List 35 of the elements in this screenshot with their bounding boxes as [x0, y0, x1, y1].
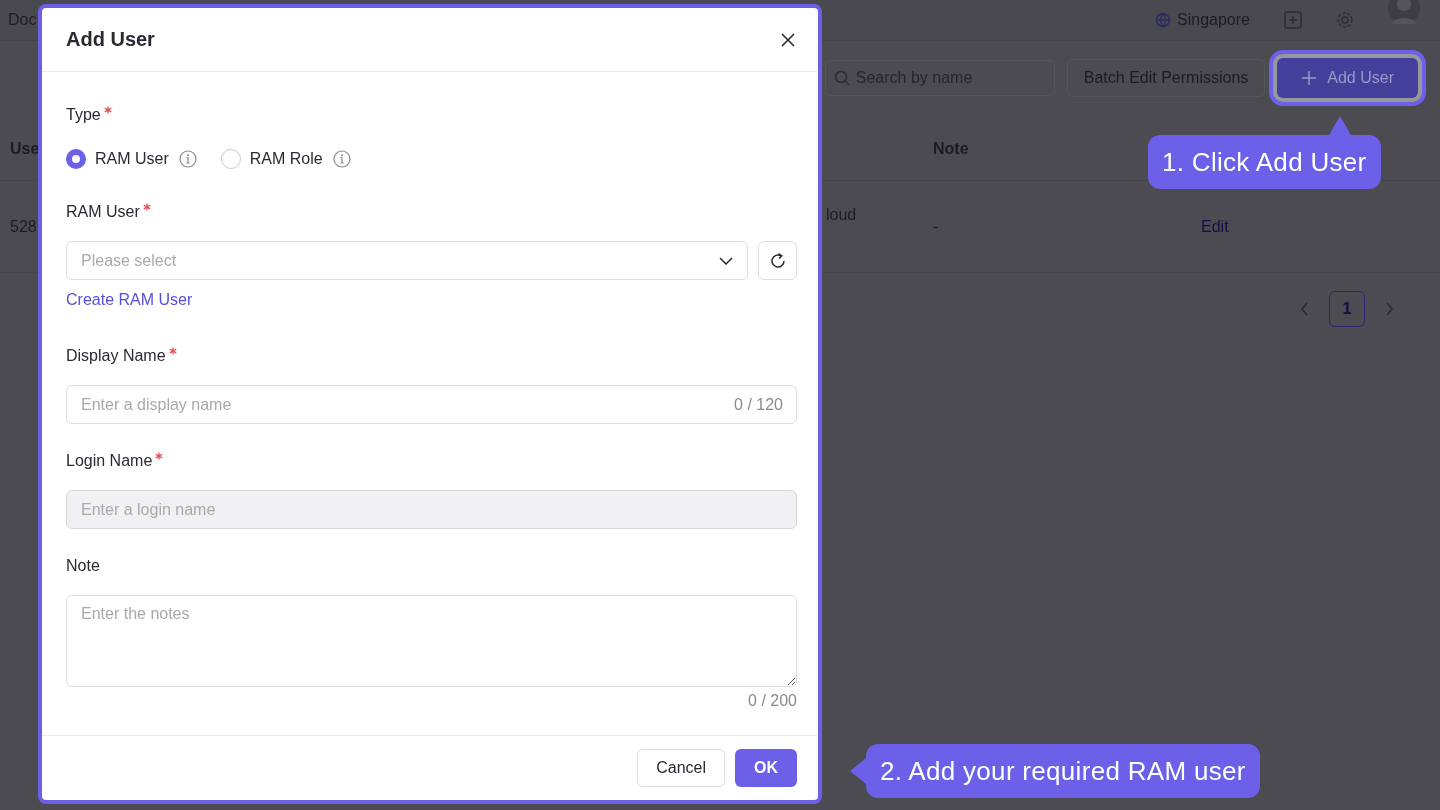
notes-field[interactable]: Enter the notes [66, 595, 797, 687]
callout-pointer-icon [1328, 116, 1351, 135]
radio-option[interactable]: RAM User [66, 149, 169, 169]
callout-bubble: 2. Add your required RAM user [866, 744, 1260, 798]
field-label: Display Name [66, 346, 166, 366]
plus-icon [1301, 70, 1318, 86]
refresh-button[interactable] [758, 241, 797, 280]
field-label: RAM User [66, 202, 140, 222]
globe-icon [1155, 12, 1172, 28]
cancel-button[interactable]: Cancel [637, 749, 725, 787]
close-button[interactable] [780, 31, 796, 48]
next-page-icon [1385, 302, 1394, 316]
table-cell-text: - [932, 217, 939, 236]
info-icon [178, 150, 197, 168]
field-label: Note [66, 556, 100, 576]
close-icon [780, 31, 796, 48]
character-counter: 0 / 120 [734, 395, 783, 415]
edit-link[interactable]: Edit [1190, 217, 1229, 236]
page-number[interactable]: 1 [1329, 291, 1365, 327]
dialog-title: Add User [66, 28, 155, 51]
info-icon [332, 150, 351, 168]
chevron-down-icon [719, 256, 733, 265]
callout-pointer-icon [850, 758, 866, 784]
previous-page-icon [1300, 302, 1309, 316]
radio-button[interactable] [66, 149, 86, 169]
radio-button[interactable] [220, 149, 241, 169]
select-field[interactable]: Please select [66, 241, 748, 280]
character-counter: 0 / 200 [747, 691, 797, 711]
radio-option[interactable]: RAM Role [220, 149, 323, 169]
create-link[interactable]: Create RAM User [66, 289, 193, 311]
field-label: Type [66, 105, 101, 125]
ok-button[interactable]: OK [735, 749, 797, 787]
refresh-icon [768, 251, 787, 270]
callout-bubble: 1. Click Add User [1148, 135, 1381, 189]
field-label: Login Name [66, 451, 153, 471]
